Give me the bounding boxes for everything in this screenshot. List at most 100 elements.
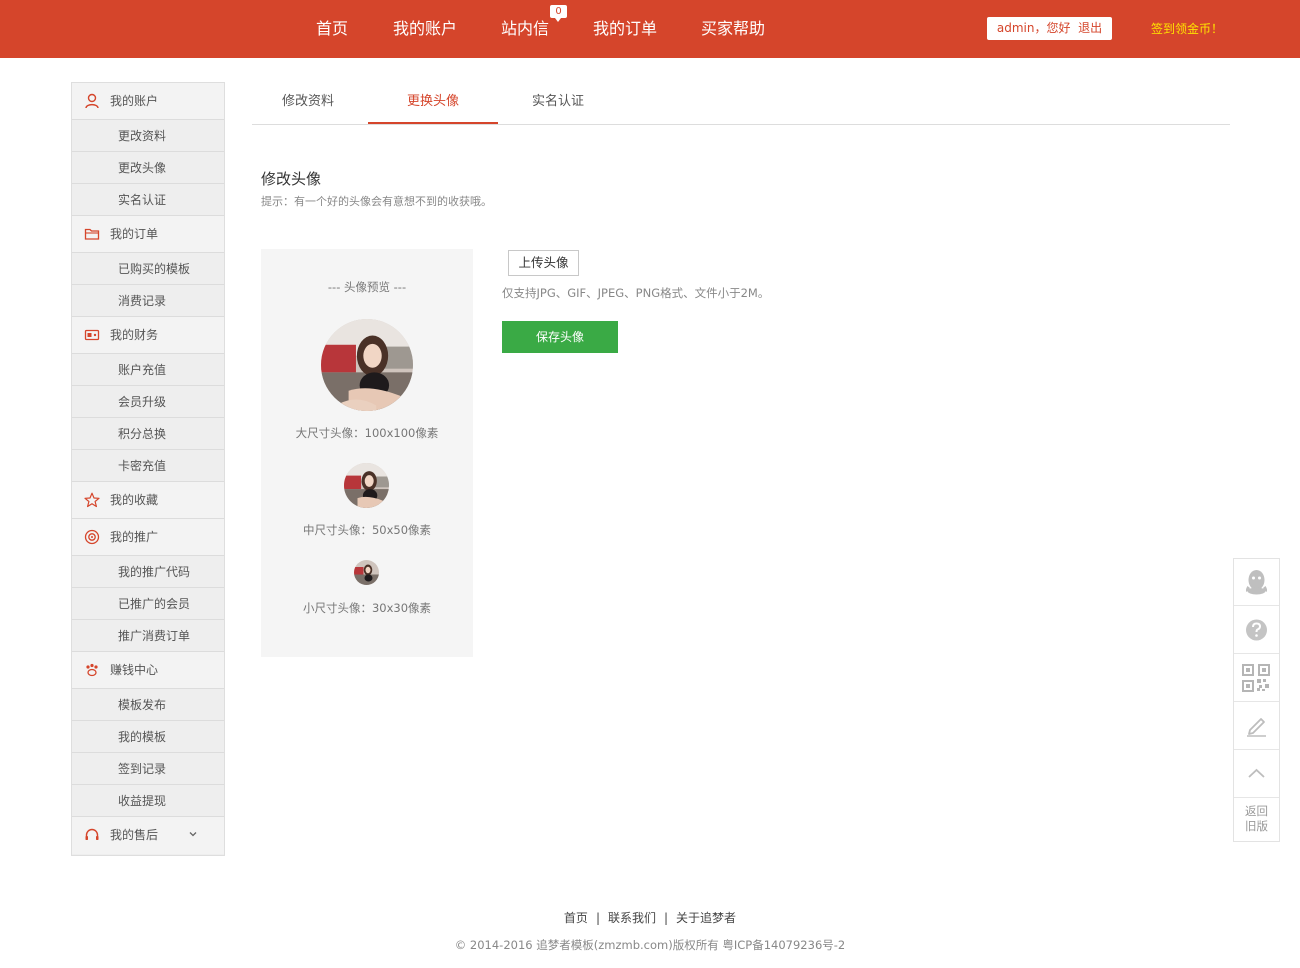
save-avatar-button[interactable]: 保存头像 bbox=[502, 321, 618, 353]
avatar-medium-image bbox=[344, 463, 389, 508]
sidebar-group-orders[interactable]: 我的订单 bbox=[72, 216, 224, 253]
tab-edit-profile[interactable]: 修改资料 bbox=[252, 82, 364, 124]
qrcode-icon bbox=[1242, 664, 1270, 692]
copyright-text: © 2014-2016 追梦者模板(zmzmb.com)版权所有 粤ICP备14… bbox=[454, 938, 846, 952]
top-navbar: 首页 我的账户 站内信 0 我的订单 买家帮助 admin，您好 退出 签到领金… bbox=[0, 0, 1300, 58]
nav-home[interactable]: 首页 bbox=[316, 0, 348, 58]
footer-links: 首页 | 联系我们 | 关于追梦者 bbox=[0, 909, 1300, 926]
footer-separator: | bbox=[595, 911, 600, 925]
sidebar-item-signin-records[interactable]: 签到记录 bbox=[72, 753, 224, 785]
footer-separator: | bbox=[664, 911, 669, 925]
feedback-button[interactable] bbox=[1234, 703, 1279, 750]
sidebar-item-label: 账户充值 bbox=[118, 363, 167, 377]
sidebar-item-promoted-members[interactable]: 已推广的会员 bbox=[72, 588, 224, 620]
sidebar-item-label: 会员升级 bbox=[118, 395, 167, 409]
sidebar-group-favorites[interactable]: 我的收藏 bbox=[72, 482, 224, 519]
large-avatar-caption: 大尺寸头像：100x100像素 bbox=[295, 426, 439, 440]
sidebar-item-verification[interactable]: 实名认证 bbox=[72, 184, 224, 216]
paw-icon bbox=[86, 663, 98, 677]
qq-icon bbox=[1245, 570, 1268, 595]
sidebar-item-change-avatar[interactable]: 更改头像 bbox=[72, 152, 224, 184]
sidebar-group-finance[interactable]: 我的财务 bbox=[72, 317, 224, 354]
signin-coins-link[interactable]: 签到领金币！ bbox=[1151, 0, 1223, 58]
sidebar-group-after-sales[interactable]: 我的售后 bbox=[72, 817, 224, 854]
sidebar-item-label: 我的推广代码 bbox=[118, 565, 191, 579]
back-to-top-button[interactable] bbox=[1234, 751, 1279, 798]
sidebar-item-promo-code[interactable]: 我的推广代码 bbox=[72, 556, 224, 588]
tab-change-avatar[interactable]: 更换头像 bbox=[368, 82, 498, 125]
tab-verification[interactable]: 实名认证 bbox=[502, 82, 614, 124]
star-icon bbox=[84, 492, 100, 508]
target-icon bbox=[84, 529, 100, 545]
greeting-text: ，您好 bbox=[1034, 21, 1071, 35]
sidebar-item-recharge[interactable]: 账户充值 bbox=[72, 354, 224, 386]
qq-chat-button[interactable] bbox=[1234, 559, 1279, 606]
sidebar-item-consumption-records[interactable]: 消费记录 bbox=[72, 285, 224, 317]
sidebar-group-account[interactable]: 我的账户 bbox=[72, 83, 224, 120]
sidebar-item-purchased-templates[interactable]: 已购买的模板 bbox=[72, 253, 224, 285]
sidebar-item-label: 签到记录 bbox=[118, 762, 167, 776]
avatar-large-image bbox=[321, 319, 413, 411]
sidebar-item-label: 更改资料 bbox=[118, 129, 167, 143]
back-old-line2: 旧版 bbox=[1245, 819, 1268, 833]
user-icon bbox=[85, 93, 99, 109]
footer-link-about[interactable]: 关于追梦者 bbox=[676, 911, 736, 925]
nav-messages[interactable]: 站内信 bbox=[501, 0, 549, 58]
medium-avatar-caption: 中尺寸头像：50x50像素 bbox=[302, 523, 432, 537]
sidebar-group-label: 我的售后 bbox=[110, 828, 159, 842]
footer-link-contact[interactable]: 联系我们 bbox=[608, 911, 656, 925]
sidebar-item-label: 卡密充值 bbox=[118, 459, 167, 473]
sidebar-item-card-recharge[interactable]: 卡密充值 bbox=[72, 450, 224, 482]
sidebar-item-promo-orders[interactable]: 推广消费订单 bbox=[72, 620, 224, 652]
sidebar-item-withdraw[interactable]: 收益提现 bbox=[72, 785, 224, 817]
sidebar-group-label: 赚钱中心 bbox=[110, 663, 159, 677]
message-count-badge: 0 bbox=[550, 5, 567, 22]
sidebar-item-label: 积分总换 bbox=[118, 427, 167, 441]
sidebar-item-template-publish[interactable]: 模板发布 bbox=[72, 689, 224, 721]
nav-buyer-help[interactable]: 买家帮助 bbox=[701, 0, 765, 58]
upload-avatar-button[interactable]: 上传头像 bbox=[508, 250, 579, 276]
sidebar-item-vip-upgrade[interactable]: 会员升级 bbox=[72, 386, 224, 418]
sidebar-group-earning-center[interactable]: 赚钱中心 bbox=[72, 652, 224, 689]
nav-my-account[interactable]: 我的账户 bbox=[393, 0, 457, 58]
back-old-line1: 返回 bbox=[1245, 804, 1268, 818]
nav-my-orders[interactable]: 我的订单 bbox=[593, 0, 657, 58]
avatar-small-image bbox=[354, 560, 379, 585]
sidebar-item-label: 已推广的会员 bbox=[118, 597, 191, 611]
sidebar-group-promotion[interactable]: 我的推广 bbox=[72, 519, 224, 556]
logout-link[interactable]: 退出 bbox=[1078, 21, 1102, 35]
username-link[interactable]: admin bbox=[997, 21, 1035, 35]
sidebar-item-my-templates[interactable]: 我的模板 bbox=[72, 721, 224, 753]
sidebar-group-label: 我的收藏 bbox=[110, 493, 159, 507]
sidebar-item-points-exchange[interactable]: 积分总换 bbox=[72, 418, 224, 450]
sidebar-item-label: 已购买的模板 bbox=[118, 262, 191, 276]
section-title: 修改头像 bbox=[261, 170, 322, 188]
preview-title: --- 头像预览 --- bbox=[327, 280, 407, 294]
chevron-down-icon bbox=[189, 832, 197, 837]
floating-toolbar: 返回 旧版 bbox=[1233, 558, 1280, 842]
sidebar-item-label: 收益提现 bbox=[118, 794, 167, 808]
back-to-old-version-button[interactable]: 返回 旧版 bbox=[1234, 799, 1279, 841]
sidebar-group-label: 我的财务 bbox=[110, 328, 159, 342]
folder-icon bbox=[84, 228, 100, 240]
tab-divider bbox=[252, 124, 1230, 125]
help-button[interactable] bbox=[1234, 607, 1279, 654]
sidebar-item-label: 推广消费订单 bbox=[118, 629, 191, 643]
upload-format-hint: 仅支持JPG、GIF、JPEG、PNG格式、文件小于2M。 bbox=[502, 286, 770, 300]
sidebar-item-label: 更改头像 bbox=[118, 161, 167, 175]
user-info-box: admin，您好 退出 bbox=[987, 17, 1112, 40]
sidebar-item-label: 模板发布 bbox=[118, 698, 167, 712]
sidebar-group-label: 我的订单 bbox=[110, 227, 159, 241]
edit-icon bbox=[1247, 718, 1266, 737]
sidebar-item-edit-profile[interactable]: 更改资料 bbox=[72, 120, 224, 152]
back-to-top-icon bbox=[1248, 768, 1265, 778]
avatar-preview-panel: --- 头像预览 --- 大尺寸头像：100x100像素 中尺寸头像：50x50… bbox=[261, 249, 473, 657]
footer-link-home[interactable]: 首页 bbox=[564, 911, 588, 925]
sidebar: 我的账户 更改资料 更改头像 实名认证 我的订单 已购买的模板 消费记录 我的财… bbox=[71, 82, 225, 856]
sidebar-item-label: 消费记录 bbox=[118, 294, 167, 308]
sidebar-item-label: 实名认证 bbox=[118, 193, 167, 207]
section-hint: 提示：有一个好的头像会有意想不到的收获哦。 bbox=[261, 195, 492, 208]
sidebar-group-label: 我的账户 bbox=[110, 94, 159, 108]
wallet-icon bbox=[84, 329, 100, 341]
qrcode-button[interactable] bbox=[1234, 655, 1279, 702]
